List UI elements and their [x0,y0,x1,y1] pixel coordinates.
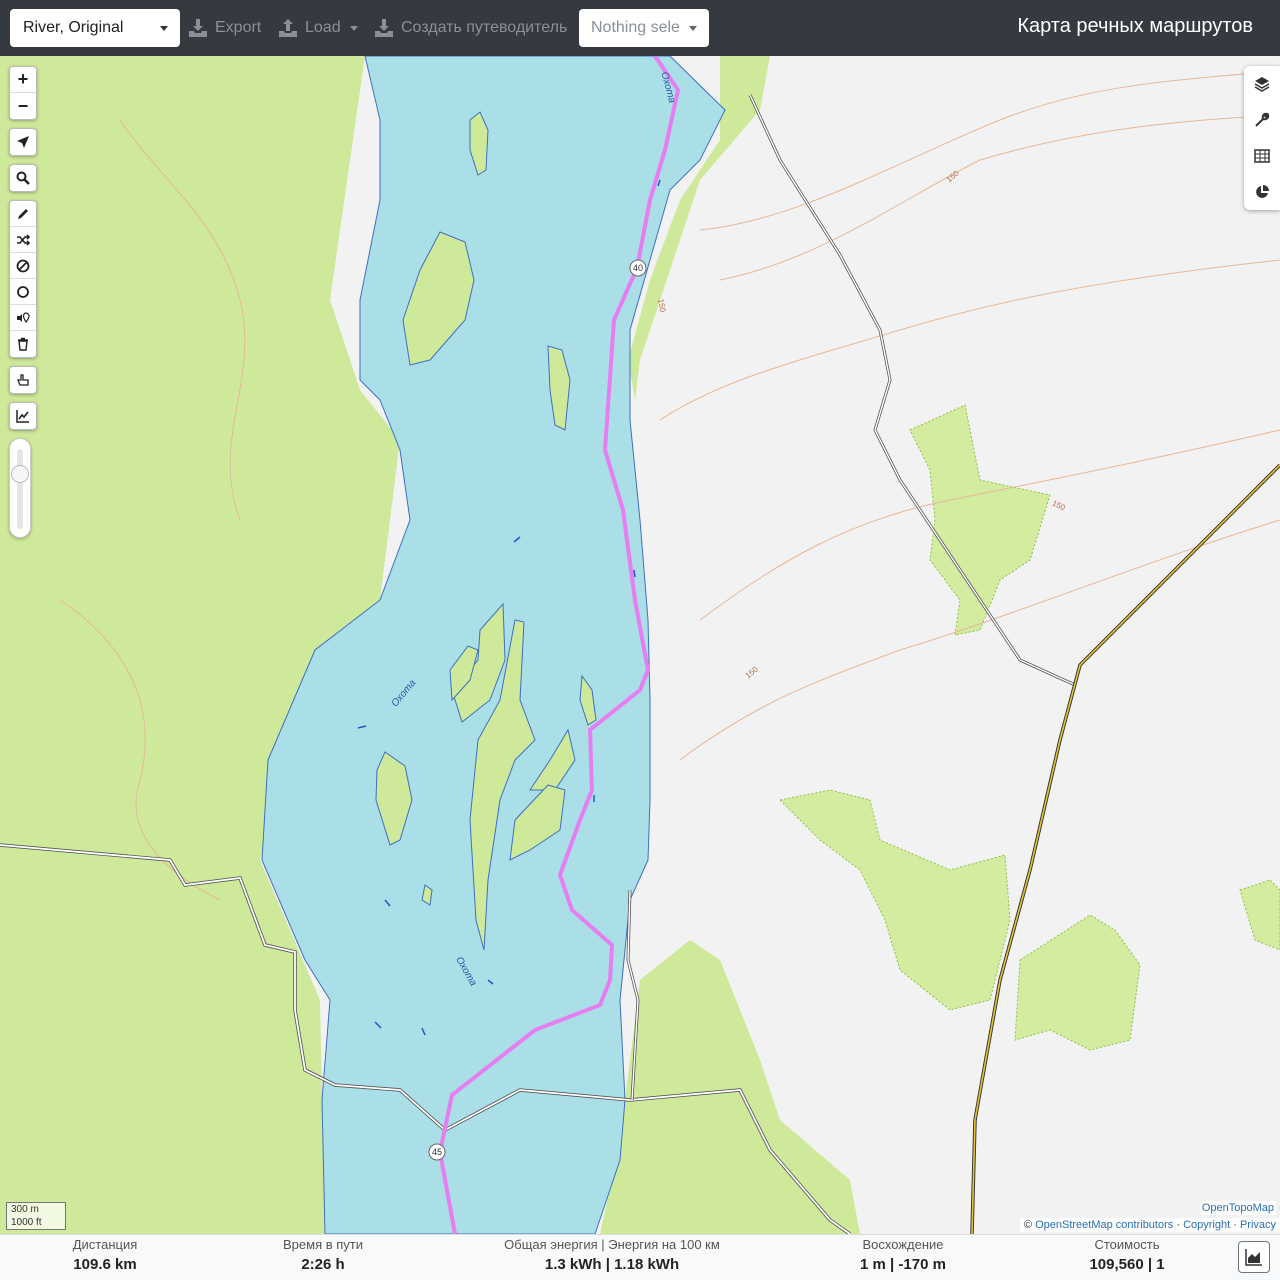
stat-distance: Дистанция 109.6 km [55,1237,155,1273]
area-chart-icon [1245,1249,1262,1266]
stat-label: Дистанция [72,1237,138,1252]
locate-button[interactable] [10,129,36,155]
pie-chart-icon [1256,185,1269,198]
table-button[interactable] [1244,138,1280,174]
selection-dropdown[interactable]: Nothing sele [579,9,709,47]
map-canvas[interactable]: 40 45 Охота Охота Охота 150 150 150 150 … [0,56,1280,1234]
search-control [9,164,37,192]
export-label: Export [215,19,262,36]
route-stats-bar: Дистанция 109.6 km Время в пути 2:26 h О… [0,1234,1280,1280]
trash-icon [18,337,28,351]
slider-thumb[interactable] [11,465,29,483]
app-title: Карта речных маршрутов [1017,15,1253,37]
hand-pointer-button[interactable] [10,367,36,393]
zoom-in-button[interactable]: + [10,67,36,93]
route-marker-40[interactable]: 40 [628,259,648,277]
upload-icon [279,19,297,37]
wrench-icon [1255,112,1270,127]
copyright-link[interactable]: Copyright [1183,1219,1230,1231]
stat-value: 109,560 | 1 [1089,1256,1165,1273]
create-guide-label: Создать путеводитель [401,19,568,36]
stat-value: 109.6 km [73,1256,137,1273]
shuffle-button[interactable] [10,227,36,253]
delete-route-button[interactable] [10,331,36,357]
selection-dropdown-value: Nothing sele [591,19,680,36]
profile-select[interactable]: River, Original [10,9,180,47]
scale-imperial: 1000 ft [6,1216,66,1230]
scale-bar: 300 m 1000 ft [6,1202,66,1230]
attribution: © OpenStreetMap contributors · Copyright… [1019,1218,1280,1232]
route-marker-label: 40 [633,263,643,273]
route-marker-label: 45 [432,1147,442,1157]
stat-value: 1.3 kWh | 1.18 kWh [544,1256,680,1273]
circle-icon [17,285,29,298]
privacy-link[interactable]: Privacy [1240,1219,1276,1231]
shuffle-icon [17,233,30,246]
line-chart-icon [16,410,29,423]
chevron-down-icon [349,25,358,31]
chevron-down-icon [689,26,697,31]
location-arrow-icon [17,136,29,148]
scale-metric: 300 m [6,1202,66,1216]
elevation-chart-button[interactable] [1238,1241,1270,1273]
hand-control [9,366,37,394]
stat-value: 2:26 h [301,1256,345,1273]
map-tiles [0,56,1280,1234]
search-icon [16,171,30,185]
separator: · [1176,1219,1180,1231]
draw-circle-button[interactable] [10,279,36,305]
settings-button[interactable] [1244,102,1280,138]
stat-label: Время в пути [283,1237,363,1252]
table-icon [1254,149,1270,163]
osm-contributors-link[interactable]: OpenStreetMap contributors [1035,1219,1173,1231]
avoid-area-button[interactable] [10,253,36,279]
separator: · [1233,1219,1237,1231]
slider-track [17,449,23,529]
draw-route-button[interactable] [10,201,36,227]
export-button[interactable]: Export [188,13,261,43]
load-button[interactable]: Load [278,13,358,43]
elevation-profile-button[interactable] [10,403,36,429]
elevation-control [9,402,37,430]
opacity-slider[interactable] [9,438,31,538]
load-label: Load [305,19,341,36]
top-navbar: River, Original Export Load Создать путе… [0,0,1280,56]
chevron-down-icon [160,26,168,31]
stat-value: 1 m | -170 m [860,1256,946,1273]
zoom-out-button[interactable]: − [10,93,36,119]
create-guide-button[interactable]: Создать путеводитель [374,13,567,43]
locate-control [9,128,37,156]
download-icon [375,19,393,37]
route-marker-45[interactable]: 45 [427,1143,447,1161]
copyright-symbol: © [1023,1219,1033,1231]
stat-energy: Общая энергия | Энергия на 100 км 1.3 kW… [492,1237,732,1273]
stat-label: Восхождение [862,1237,944,1252]
stat-cost: Стоимость 109,560 | 1 [1067,1237,1187,1273]
ban-icon [16,259,30,272]
stat-label: Общая энергия | Энергия на 100 км [504,1237,720,1252]
stat-label: Стоимость [1094,1237,1160,1252]
download-icon [189,19,207,37]
map-marker-sound-icon [17,311,30,323]
layer-attribution[interactable]: OpenTopoMap [1199,1201,1276,1215]
statistics-button[interactable] [1244,174,1280,210]
stat-time: Время в пути 2:26 h [263,1237,383,1273]
draw-toolbar [9,200,37,358]
stat-ascent: Восхождение 1 m | -170 m [843,1237,963,1273]
right-toolbar [1244,66,1280,210]
layers-icon [1254,77,1270,92]
layers-button[interactable] [1244,66,1280,102]
poi-sound-button[interactable] [10,305,36,331]
zoom-control: + − [9,66,37,120]
pencil-icon [18,208,28,219]
profile-select-value: River, Original [23,19,124,36]
hand-pointer-icon [17,374,29,386]
search-button[interactable] [10,165,36,191]
